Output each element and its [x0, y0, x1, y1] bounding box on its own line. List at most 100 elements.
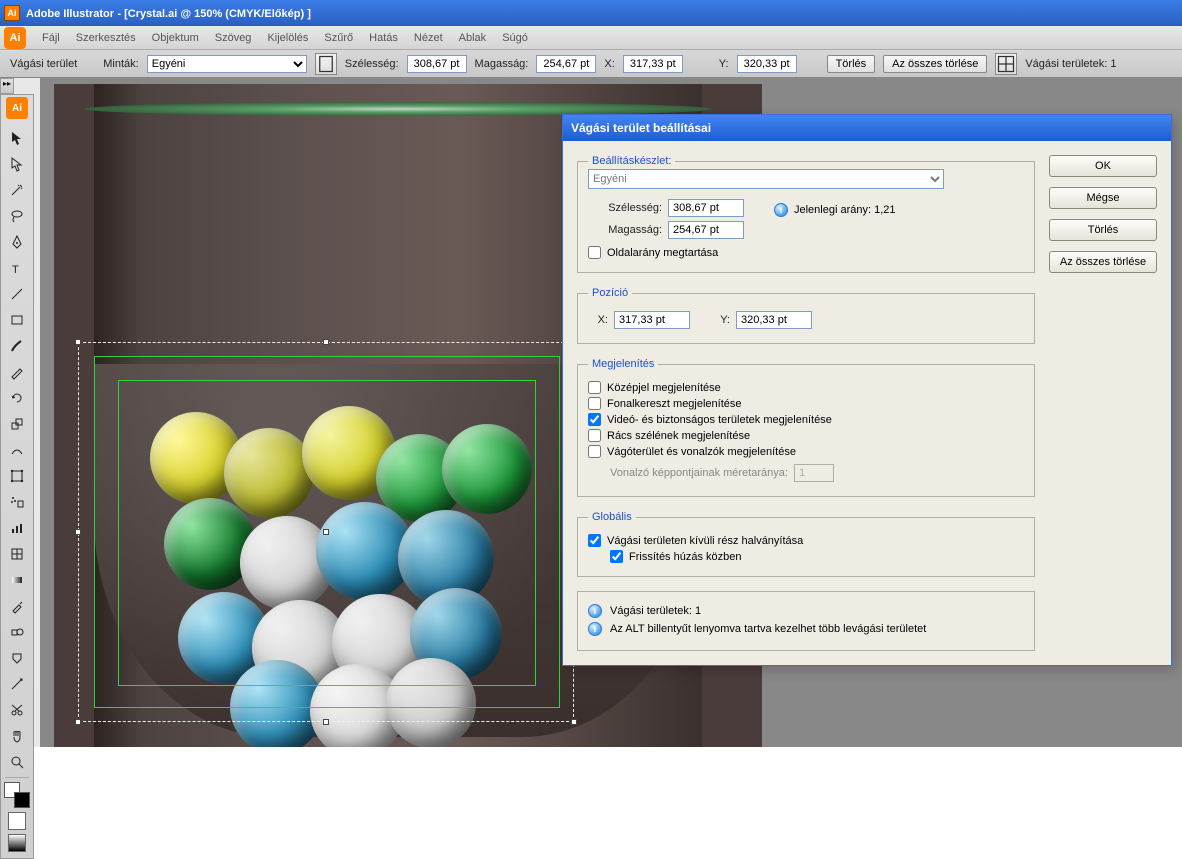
eyedropper-tool[interactable] [4, 595, 30, 617]
preset-legend: Beállításkészlet: [588, 155, 675, 167]
dlg-height-label: Magasság: [588, 224, 662, 236]
chk-crosshair[interactable] [588, 397, 601, 410]
x-input[interactable] [623, 55, 683, 73]
control-bar: Vágási terület Minták: Egyéni Szélesség:… [0, 50, 1182, 78]
position-fieldset: Pozíció X: Y: [577, 287, 1035, 344]
hand-tool[interactable] [4, 725, 30, 747]
display-fieldset: Megjelenítés Középjel megjelenítése Fona… [577, 358, 1035, 497]
scissors-tool[interactable] [4, 699, 30, 721]
constrain-label: Oldalarány megtartása [607, 247, 718, 259]
x-label: X: [604, 58, 614, 70]
mesh-tool[interactable] [4, 543, 30, 565]
menu-help[interactable]: Súgó [494, 32, 536, 44]
chk-grid[interactable] [588, 429, 601, 442]
menu-file[interactable]: Fájl [34, 32, 68, 44]
line-tool[interactable] [4, 283, 30, 305]
document-title: [Crystal.ai @ 150% (CMYK/Előkép) ] [124, 8, 311, 20]
fill-stroke-color-icon[interactable] [4, 782, 30, 808]
menu-window[interactable]: Ablak [451, 32, 495, 44]
constrain-checkbox[interactable] [588, 246, 601, 259]
presets-select[interactable]: Egyéni [147, 55, 307, 73]
live-paint-tool[interactable] [4, 647, 30, 669]
orientation-icon[interactable] [315, 53, 337, 75]
graph-tool[interactable] [4, 517, 30, 539]
selection-tool[interactable] [4, 127, 30, 149]
menu-object[interactable]: Objektum [144, 32, 207, 44]
cancel-button[interactable]: Mégse [1049, 187, 1157, 209]
dlg-x-input[interactable] [614, 311, 690, 329]
width-input[interactable] [407, 55, 467, 73]
paintbrush-tool[interactable] [4, 335, 30, 357]
menu-filter[interactable]: Szűrő [316, 32, 361, 44]
dlg-delete-all-button[interactable]: Az összes törlése [1049, 251, 1157, 273]
scale-tool[interactable] [4, 413, 30, 435]
status-crop-count: Vágási területek: 1 [1025, 58, 1116, 70]
dialog-title: Vágási terület beállításai [563, 115, 1171, 141]
video-safe-inner [118, 380, 536, 686]
dlg-x-label: X: [588, 314, 608, 326]
global-fieldset: Globális Vágási területen kívüli rész ha… [577, 511, 1035, 577]
zoom-tool[interactable] [4, 751, 30, 773]
crop-options-icon[interactable] [995, 53, 1017, 75]
expand-panels-icon[interactable]: ▸▸ [0, 78, 14, 94]
slice-tool[interactable] [4, 673, 30, 695]
ok-button[interactable]: OK [1049, 155, 1157, 177]
aspect-ratio-text: Jelenlegi arány: 1,21 [794, 204, 896, 216]
type-tool[interactable]: T [4, 257, 30, 279]
menu-effect[interactable]: Hatás [361, 32, 406, 44]
menu-type[interactable]: Szöveg [207, 32, 260, 44]
magic-wand-tool[interactable] [4, 179, 30, 201]
position-legend: Pozíció [588, 287, 632, 299]
menubar: Ai Fájl Szerkesztés Objektum Szöveg Kije… [0, 26, 1182, 50]
menu-edit[interactable]: Szerkesztés [68, 32, 144, 44]
toolbox-logo-icon: Ai [6, 97, 28, 119]
crop-area-label: Vágási terület [10, 58, 77, 70]
menu-view[interactable]: Nézet [406, 32, 451, 44]
dlg-height-input[interactable] [668, 221, 744, 239]
dlg-y-input[interactable] [736, 311, 812, 329]
chk-rulers[interactable] [588, 445, 601, 458]
height-input[interactable] [536, 55, 596, 73]
direct-selection-tool[interactable] [4, 153, 30, 175]
rectangle-tool[interactable] [4, 309, 30, 331]
notes-fieldset: iVágási területek: 1 iAz ALT billentyűt … [577, 591, 1035, 651]
note-count: Vágási területek: 1 [610, 605, 701, 617]
y-input[interactable] [737, 55, 797, 73]
color-mode-solid-icon[interactable] [8, 812, 26, 830]
chk-fade[interactable] [588, 534, 601, 547]
app-logo-icon: Ai [4, 5, 20, 21]
dlg-delete-button[interactable]: Törlés [1049, 219, 1157, 241]
presets-label: Minták: [103, 58, 138, 70]
width-label: Szélesség: [345, 58, 399, 70]
info-icon: i [774, 203, 788, 217]
warp-tool[interactable] [4, 439, 30, 461]
crop-area-options-dialog: Vágási terület beállításai Beállításkész… [562, 114, 1172, 666]
blend-tool[interactable] [4, 621, 30, 643]
info-icon: i [588, 622, 602, 636]
delete-button[interactable]: Törlés [827, 55, 876, 73]
pen-tool[interactable] [4, 231, 30, 253]
symbol-sprayer-tool[interactable] [4, 491, 30, 513]
dlg-width-input[interactable] [668, 199, 744, 217]
chk-update-drag[interactable] [610, 550, 623, 563]
menu-select[interactable]: Kijelölés [259, 32, 316, 44]
lasso-tool[interactable] [4, 205, 30, 227]
pencil-tool[interactable] [4, 361, 30, 383]
y-label: Y: [719, 58, 729, 70]
gradient-tool[interactable] [4, 569, 30, 591]
note-alt: Az ALT billentyűt lenyomva tartva kezelh… [610, 623, 926, 635]
free-transform-tool[interactable] [4, 465, 30, 487]
preset-fieldset: Beállításkészlet: Egyéni Szélesség: Maga… [577, 155, 1035, 273]
color-mode-gradient-icon[interactable] [8, 834, 26, 852]
delete-all-button[interactable]: Az összes törlése [883, 55, 987, 73]
window-titlebar: Ai Adobe Illustrator - [Crystal.ai @ 150… [0, 0, 1182, 26]
chk-video-safe[interactable] [588, 413, 601, 426]
display-legend: Megjelenítés [588, 358, 658, 370]
app-badge-icon: Ai [4, 27, 26, 49]
preset-select[interactable]: Egyéni [588, 169, 944, 189]
toolbox: Ai T [0, 94, 34, 859]
height-label: Magasság: [475, 58, 529, 70]
chk-center[interactable] [588, 381, 601, 394]
dlg-y-label: Y: [710, 314, 730, 326]
rotate-tool[interactable] [4, 387, 30, 409]
